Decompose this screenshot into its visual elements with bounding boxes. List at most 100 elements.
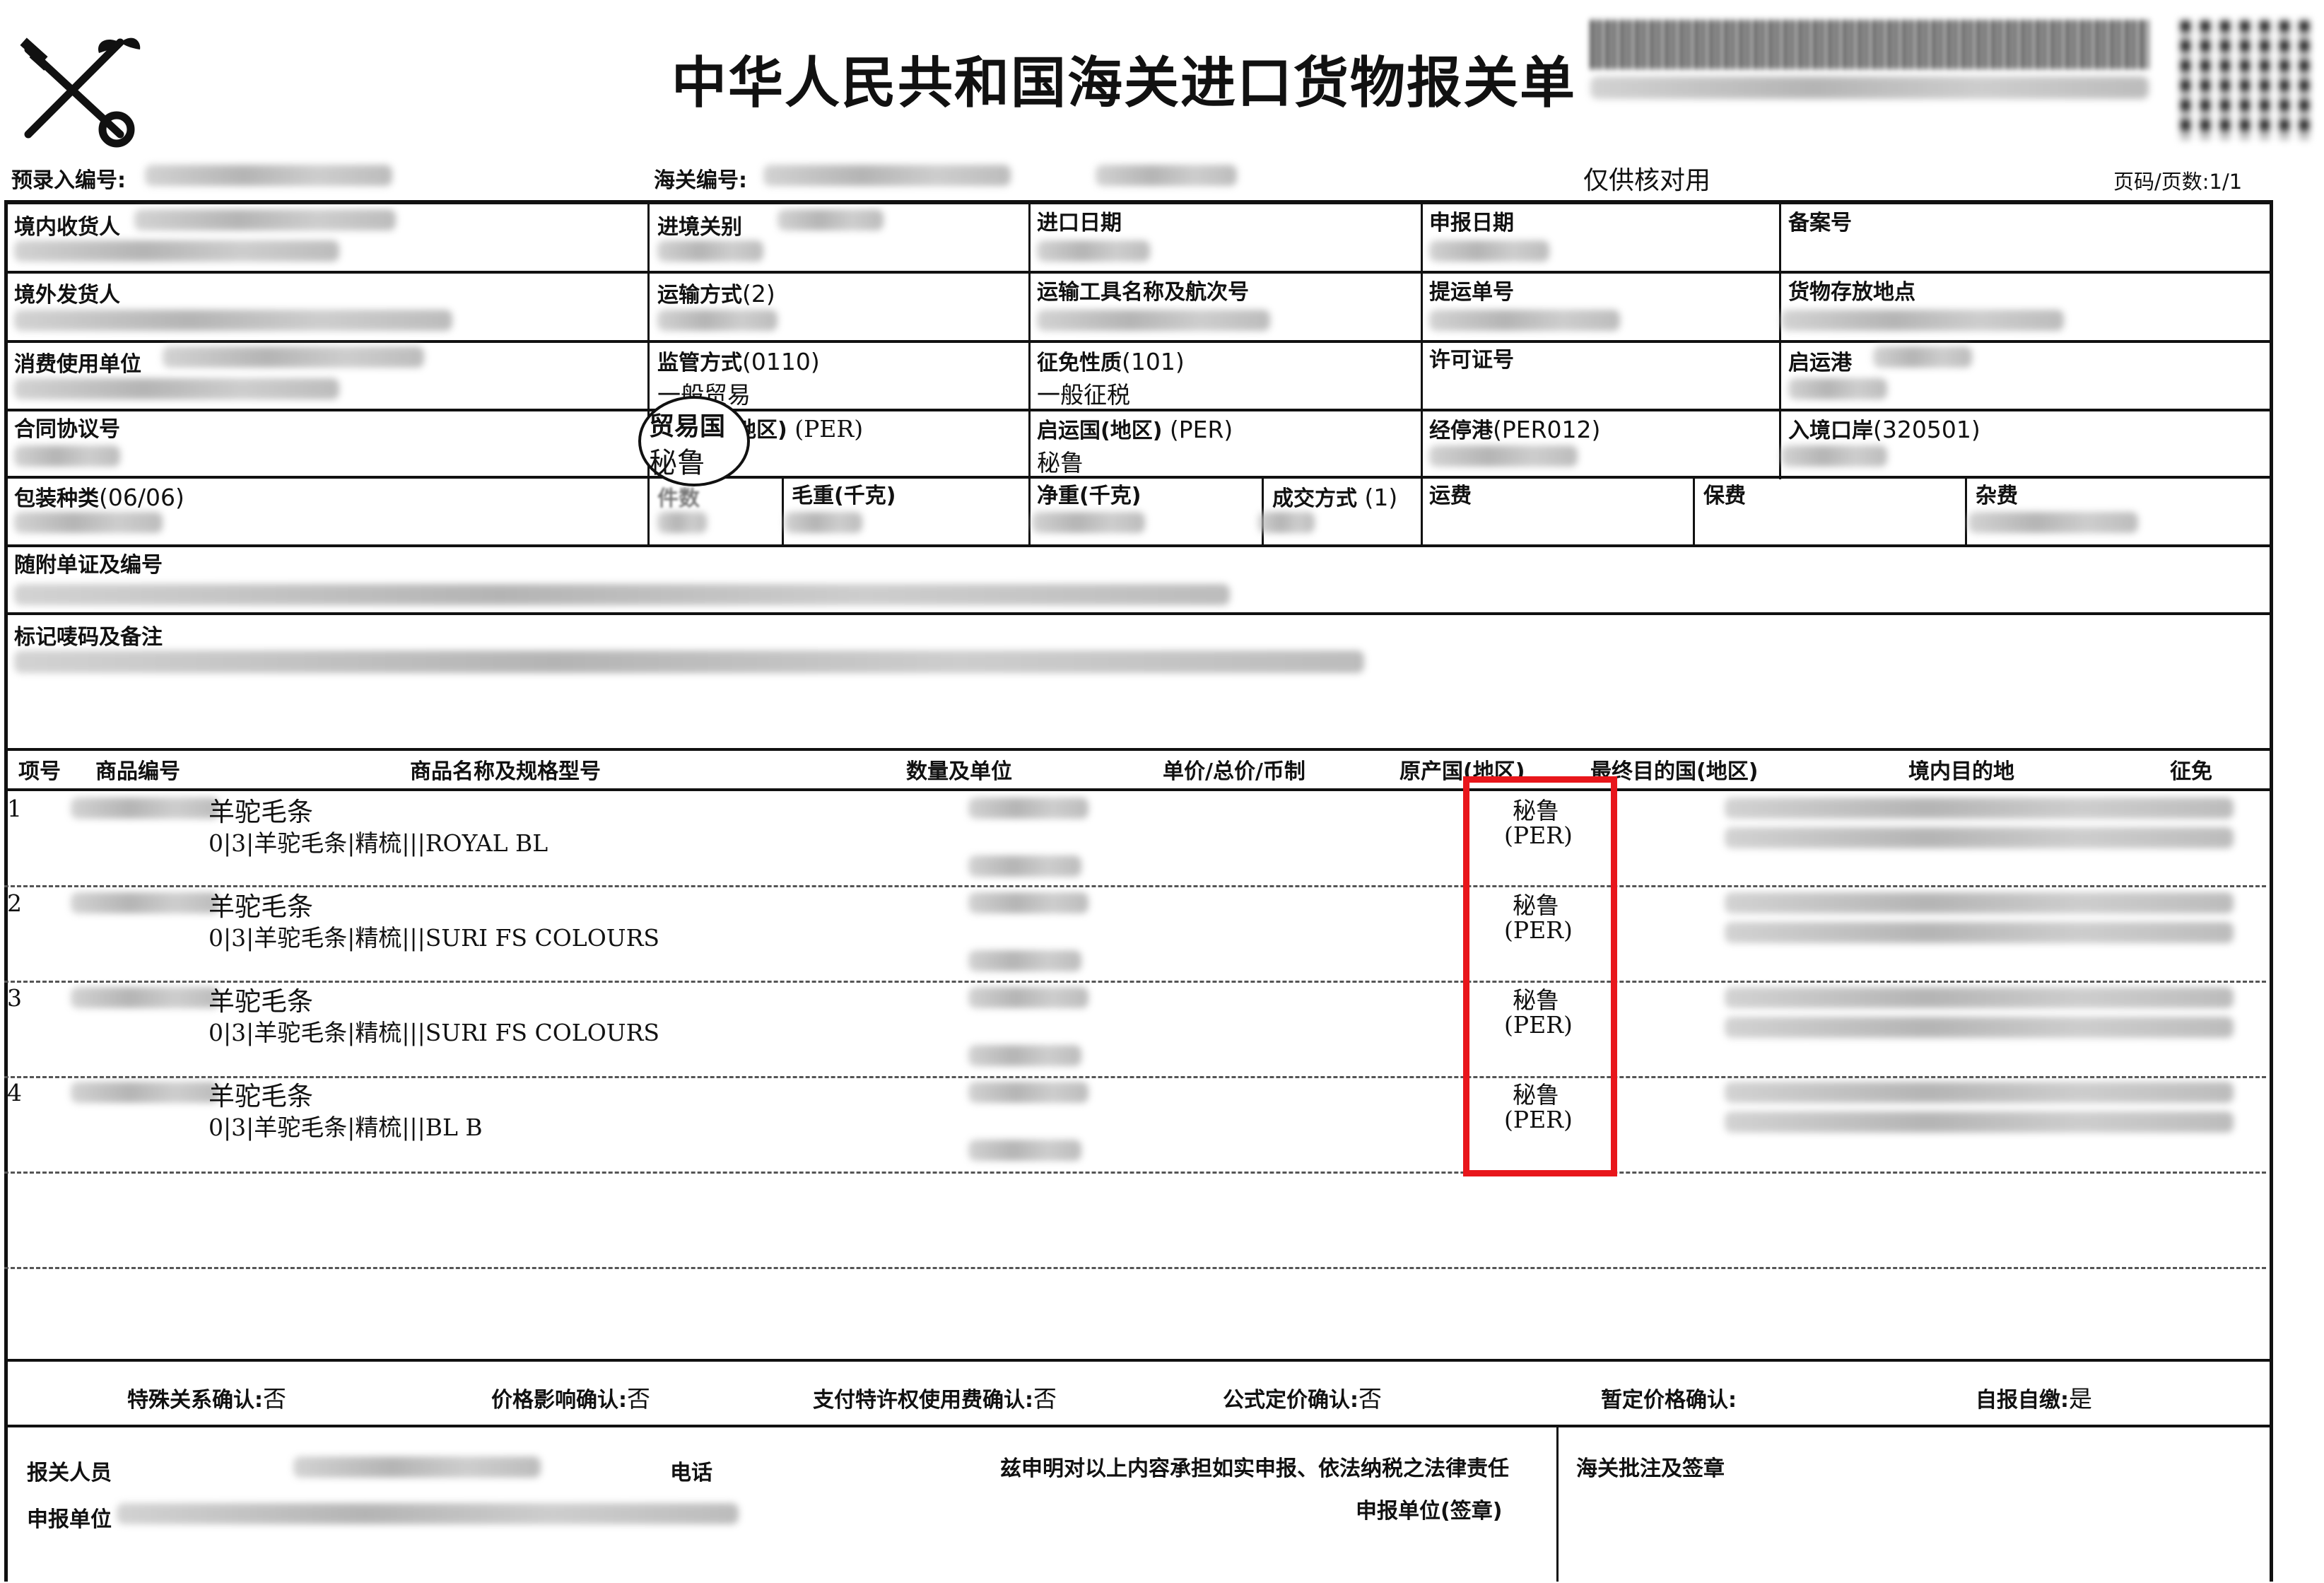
consumer-unit-code-blurred [163,346,424,368]
barcode [1590,20,2149,69]
pieces-value-blurred [657,512,707,533]
overseas-consignor-blurred [14,310,452,331]
import-date-label: 进口日期 [1037,211,1122,235]
consumer-unit-label: 消费使用单位 [14,352,141,377]
bill-no-blurred [1429,310,1620,331]
entry-customs-label: 进境关别 [657,215,742,240]
entry-port-name-blurred [1781,445,1887,467]
row-code-blurred [71,798,219,819]
row-code-blurred [71,1082,219,1103]
customs-approval-label: 海关批注及签章 [1576,1456,1725,1481]
storage-place-blurred [1781,310,2064,331]
row-no: 2 [7,889,22,917]
row-dest-blurred [1725,1082,2234,1103]
row-dest-blurred [1725,798,2234,819]
barcode-number-blurred [1590,76,2149,99]
customs-no-label: 海关编号: [654,168,747,193]
import-date-blurred [1037,240,1150,262]
row-name: 羊驼毛条 [209,986,313,1017]
departure-port-name-blurred [1788,378,1887,399]
row-spec: 0|3|羊驼毛条|精梳|||SURI FS COLOURS [209,1019,660,1046]
row-dest-blurred [1725,892,2234,913]
declaring-unit-blurred [117,1503,739,1524]
transport-mode-value-blurred [657,310,777,331]
col-name: 商品名称及规格型号 [410,759,601,784]
col-levy: 征免 [2170,759,2212,784]
row-no: 4 [7,1079,22,1106]
royalty-confirm: 支付特许权使用费确认:否 [813,1385,1057,1413]
origin-highlight-box [1463,776,1617,1176]
trade-country-stamp-label: 贸易国 [649,412,726,441]
insurance-label: 保费 [1703,484,1746,508]
customs-key-caduceus-icon [20,37,141,148]
row-name: 羊驼毛条 [209,797,313,827]
trade-country-stamp-value: 秘鲁 [649,447,705,479]
row-name: 羊驼毛条 [209,1081,313,1111]
declarant-label: 报关人员 [27,1461,112,1485]
verify-note: 仅供核对用 [1583,166,1711,195]
row-qty2-blurred [968,950,1081,971]
col-price: 单价/总价/币制 [1163,759,1305,784]
overseas-consignor-label: 境外发货人 [14,283,120,308]
customs-no-extra-blurred [1096,165,1237,186]
transaction-mode-value-blurred [1258,512,1315,533]
net-weight-label: 净重(千克) [1037,484,1142,508]
declaring-unit-label: 申报单位 [27,1507,112,1532]
row-qty-blurred [968,987,1088,1008]
phone-label: 电话 [670,1461,712,1485]
col-item: 项号 [18,759,61,784]
exemption-nature-value: 一般征税 [1037,381,1130,409]
row-qty-blurred [968,798,1088,819]
transaction-mode-label: 成交方式 (1) [1272,484,1398,511]
customs-declaration-form: 中华人民共和国海关进口货物报关单 预录入编号: 海关编号: 仅供核对用 页码/页… [0,0,2324,1583]
attached-docs-label: 随附单证及编号 [14,553,163,578]
entry-port-label: 入境口岸(320501) [1788,416,1980,443]
record-no-label: 备案号 [1788,211,1852,235]
price-influence-confirm: 价格影响确认:否 [491,1385,650,1413]
departure-country-label: 启运国(地区) (PER) [1037,416,1233,443]
entry-customs-code-blurred [777,209,884,230]
freight-label: 运费 [1429,484,1472,508]
row-qty2-blurred [968,1045,1081,1066]
row-qty2-blurred [968,855,1081,877]
row-spec: 0|3|羊驼毛条|精梳|||ROYAL BL [209,829,548,857]
row-spec: 0|3|羊驼毛条|精梳|||BL B [209,1114,483,1141]
contract-no-label: 合同协议号 [14,417,120,442]
transit-port-name-blurred [1429,445,1578,467]
misc-fee-value-blurred [1968,512,2138,533]
row-qty-blurred [968,1082,1088,1103]
col-domestic-dest: 境内目的地 [1908,759,2014,784]
departure-country-value: 秘鲁 [1037,449,1084,477]
vehicle-voyage-label: 运输工具名称及航次号 [1037,280,1249,305]
self-report-confirm: 自报自缴:是 [1976,1385,2092,1413]
row-dest2-blurred [1725,827,2234,848]
domestic-consignee-label: 境内收货人 [14,215,120,240]
declare-date-label: 申报日期 [1429,211,1514,235]
contract-no-blurred [14,445,120,467]
prerecord-value-blurred [145,165,392,186]
gross-weight-label: 毛重(千克) [792,484,896,508]
trade-country-suffix: 地区) (PER) [735,415,864,443]
domestic-consignee-name-blurred [14,240,339,262]
license-no-label: 许可证号 [1429,348,1514,373]
marks-remarks-label: 标记唛码及备注 [14,625,163,650]
pieces-label: 件数 [657,486,700,511]
row-qty2-blurred [968,1140,1081,1161]
attached-docs-blurred [14,584,1230,605]
marks-remarks-blurred [14,650,1364,673]
row-no: 3 [7,984,22,1012]
supervision-mode-label: 监管方式(0110) [657,348,820,375]
entry-customs-name-blurred [657,240,763,262]
net-weight-value-blurred [1032,512,1145,533]
page-info: 页码/页数:1/1 [2113,170,2243,194]
col-qty: 数量及单位 [906,759,1012,784]
row-spec: 0|3|羊驼毛条|精梳|||SURI FS COLOURS [209,924,660,952]
customs-no-value-blurred [763,165,1011,186]
misc-fee-label: 杂费 [1976,484,2018,508]
prerecord-label: 预录入编号: [11,168,126,193]
declaring-unit-seal-label: 申报单位(签章) [1356,1499,1503,1524]
declare-date-blurred [1429,240,1549,262]
provisional-price-confirm: 暂定价格确认: [1601,1388,1737,1413]
row-dest2-blurred [1725,1017,2234,1038]
declarant-blurred [293,1456,541,1478]
